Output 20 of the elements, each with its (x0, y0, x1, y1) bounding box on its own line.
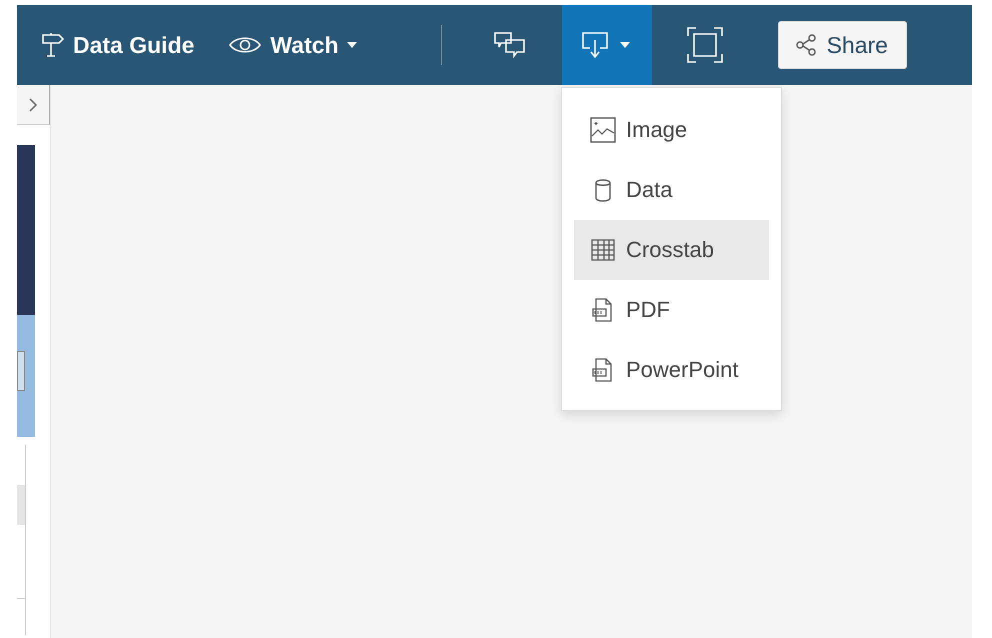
menu-item[interactable]: PowerPoint (574, 340, 769, 400)
share-button[interactable]: Share (778, 21, 907, 69)
signpost-icon (41, 32, 65, 58)
caret-icon (346, 42, 357, 48)
data-guide-button[interactable]: Data Guide (41, 5, 204, 85)
download-button[interactable] (562, 5, 652, 85)
chevron-right-icon (28, 96, 38, 112)
speech-bubbles-icon (492, 30, 528, 60)
menu-item[interactable]: Crosstab (574, 220, 769, 280)
menu-item[interactable]: Image (574, 100, 769, 160)
watch-button[interactable]: Watch (228, 5, 367, 85)
fullscreen-icon (686, 26, 724, 64)
image-icon (590, 117, 616, 143)
eye-icon (228, 35, 262, 55)
legend-box (17, 351, 25, 391)
table-icon (590, 237, 616, 263)
menu-item[interactable]: Data (574, 160, 769, 220)
caret-icon (620, 42, 630, 48)
menu-item[interactable]: PDF (574, 280, 769, 340)
download-icon (580, 30, 610, 60)
